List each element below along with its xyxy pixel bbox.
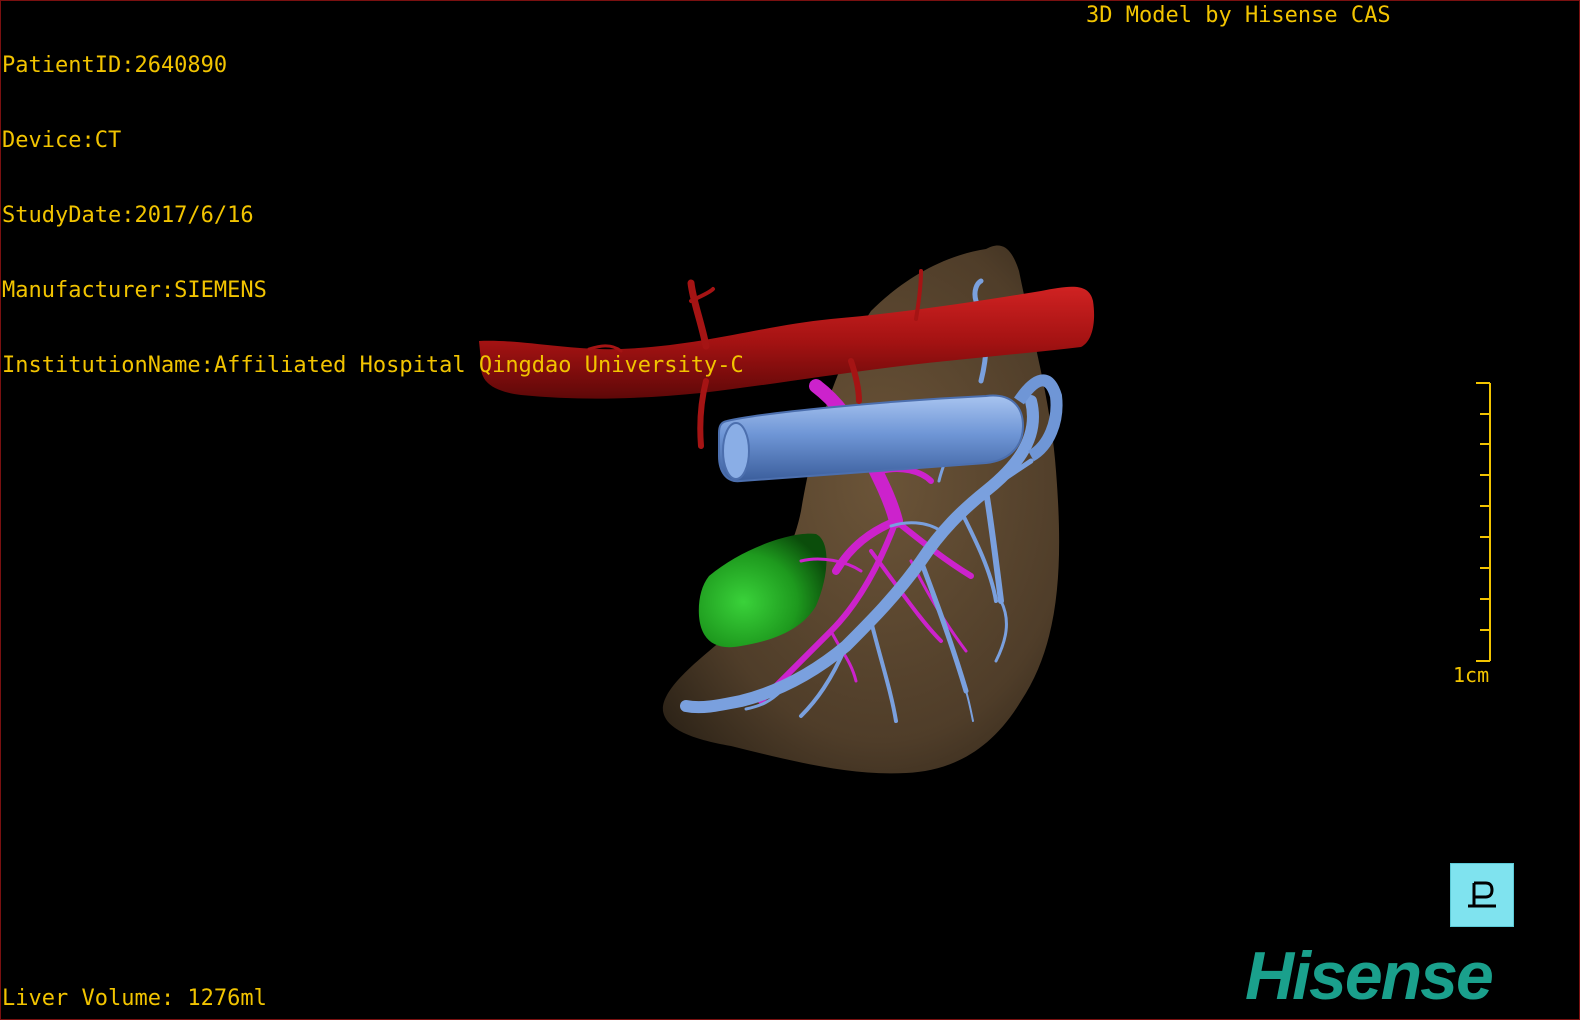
dicom-info-overlay: PatientID:2640890 Device:CT StudyDate:20… [2, 3, 744, 428]
scale-bar [1476, 382, 1491, 662]
liver-volume-text: Liver Volume: 1276ml [2, 986, 267, 1011]
vena-cava-opening [722, 422, 750, 480]
manufacturer-text: Manufacturer:SIEMENS [2, 278, 267, 303]
orientation-P-icon [1468, 881, 1496, 908]
institution-text: InstitutionName:Affiliated Hospital Qing… [2, 353, 744, 378]
study-date-text: StudyDate:2017/6/16 [2, 203, 254, 228]
3d-viewport[interactable]: PatientID:2640890 Device:CT StudyDate:20… [0, 0, 1580, 1020]
model-credit-text: 3D Model by Hisense CAS [1086, 3, 1391, 28]
scale-bar-label: 1cm [1453, 663, 1490, 687]
patient-id-text: PatientID:2640890 [2, 53, 228, 78]
hisense-logo: Hisense [1245, 938, 1494, 1014]
orientation-view-button[interactable] [1450, 863, 1514, 927]
device-text: Device:CT [2, 128, 122, 153]
